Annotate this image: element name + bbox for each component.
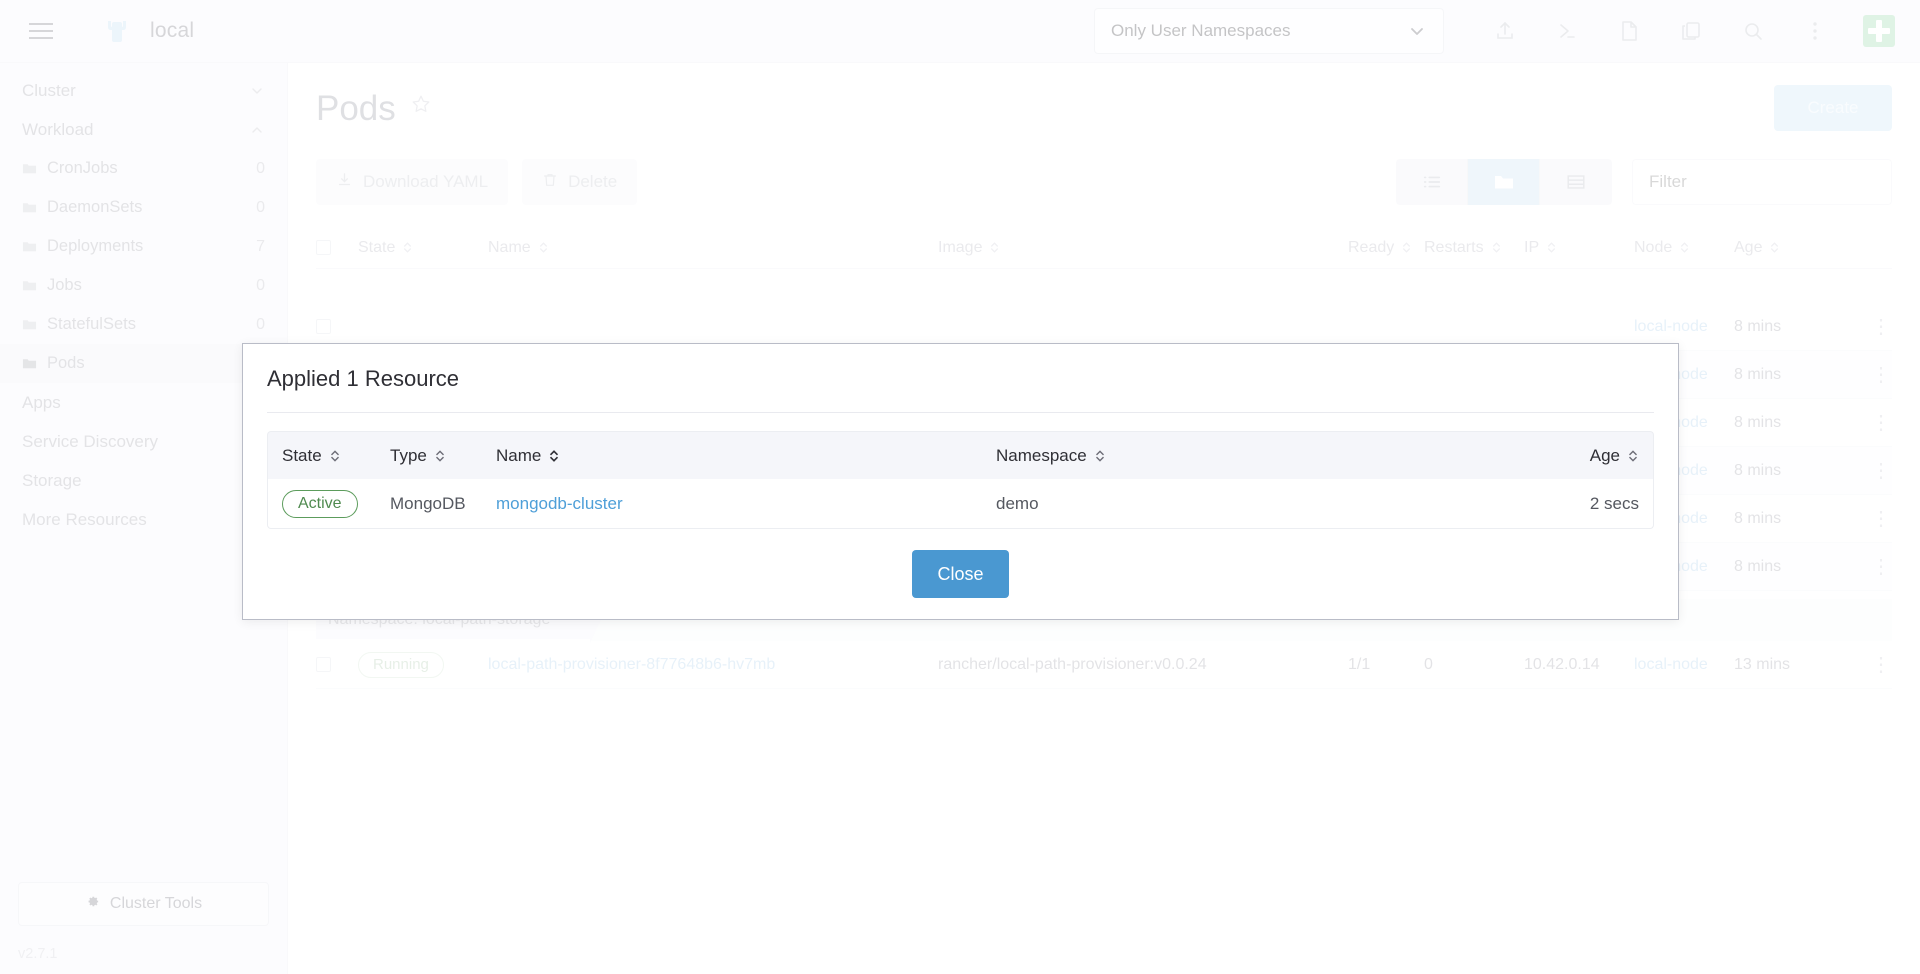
sort-icon: [548, 449, 560, 463]
modal-column-header-state-label: State: [282, 445, 322, 465]
sort-icon: [434, 449, 446, 463]
modal-divider: [267, 412, 1654, 413]
modal-column-header-age-label: Age: [1589, 445, 1620, 465]
modal-row-name-link[interactable]: mongodb-cluster: [496, 494, 623, 513]
modal-footer: Close: [267, 529, 1654, 619]
modal-column-header-type-label: Type: [390, 445, 427, 465]
modal-column-header-namespace[interactable]: Namespace: [996, 446, 1466, 466]
modal-table-header: State Type Name Namespace Age: [267, 431, 1654, 479]
sort-icon: [1094, 449, 1106, 463]
modal-column-header-state[interactable]: State: [282, 446, 390, 466]
status-badge-active: Active: [282, 489, 358, 518]
rancher-app: local Only User Namespaces: [0, 0, 1920, 974]
modal-row-age: 2 secs: [1589, 493, 1639, 513]
modal-inner: Applied 1 Resource State Type Name Names…: [243, 344, 1678, 619]
modal-row-type: MongoDB: [390, 493, 466, 513]
sort-icon: [329, 449, 341, 463]
modal-table-row: Active MongoDB mongodb-cluster demo 2 se…: [267, 479, 1654, 529]
close-button[interactable]: Close: [912, 550, 1009, 598]
modal-column-header-namespace-label: Namespace: [996, 445, 1087, 465]
modal-row-state: Active: [282, 489, 390, 518]
modal-column-header-age[interactable]: Age: [1466, 446, 1639, 466]
applied-resource-modal: Applied 1 Resource State Type Name Names…: [242, 343, 1679, 620]
modal-column-header-name[interactable]: Name: [496, 446, 996, 466]
modal-column-header-type[interactable]: Type: [390, 446, 496, 466]
modal-row-namespace: demo: [996, 493, 1039, 513]
modal-row-name-link-cell: mongodb-cluster: [496, 494, 996, 514]
sort-icon: [1627, 449, 1639, 463]
modal-column-header-name-label: Name: [496, 445, 542, 465]
modal-title: Applied 1 Resource: [267, 366, 460, 391]
